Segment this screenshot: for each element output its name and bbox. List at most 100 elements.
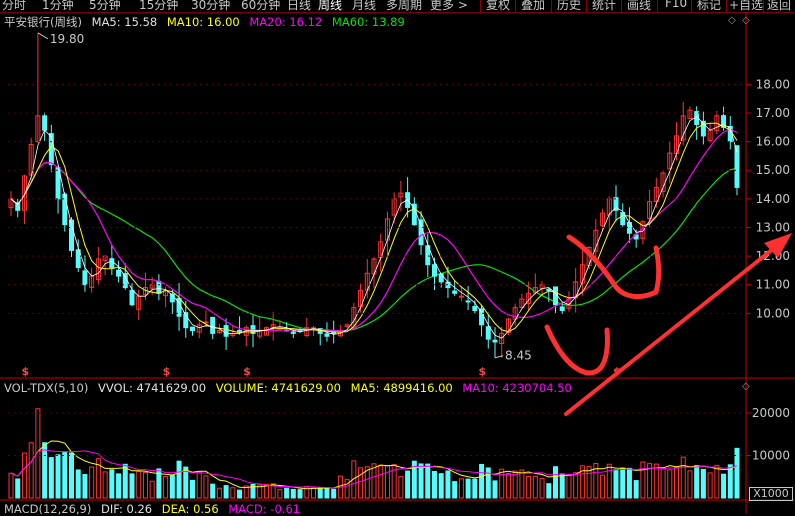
volume-bar	[492, 480, 498, 499]
price-tick-label: 16.00	[756, 135, 790, 149]
diamond-icon[interactable]: ◇	[742, 381, 750, 392]
dividend-marker: $	[243, 365, 251, 378]
volume-bar	[425, 463, 431, 499]
volume-bar	[640, 461, 646, 499]
dividend-marker: $	[479, 365, 487, 378]
volume-bar	[532, 475, 538, 499]
volume-bar	[297, 489, 303, 499]
diamond-icon[interactable]: ◇	[742, 15, 750, 26]
candle-body	[324, 333, 330, 337]
candle-body	[122, 273, 128, 289]
volume-bar	[176, 460, 182, 499]
volume-bar	[8, 472, 14, 499]
volume-bar	[75, 469, 81, 499]
price-panel-header: 平安银行(周线) MA5: 15.58 MA10: 16.00 MA20: 16…	[4, 15, 411, 29]
high-price-label: 19.80	[50, 32, 84, 46]
candle-body	[438, 273, 444, 283]
ma20-value: MA20: 16.12	[249, 15, 323, 29]
volume-bar	[505, 473, 511, 499]
candle-body	[290, 331, 296, 334]
candle-body	[116, 269, 122, 277]
ma5-value: MA5: 15.58	[91, 15, 158, 29]
volume-bar	[311, 487, 316, 499]
volume-bar	[553, 466, 558, 499]
volume-bar	[445, 470, 451, 499]
price-tick-label: 13.00	[756, 220, 790, 234]
volume-bar	[694, 465, 700, 499]
dif-value: DIF: 0.26	[101, 502, 153, 516]
volume-bar	[196, 471, 202, 499]
volume-bar	[331, 488, 337, 499]
dividend-marker: $	[21, 365, 29, 378]
volume-bar	[55, 454, 61, 499]
volume-bar	[223, 485, 229, 499]
candlesticks	[8, 32, 740, 358]
volume-bar	[714, 464, 720, 499]
volume-bar	[653, 463, 659, 499]
volume-bar	[586, 466, 592, 499]
volume-bar	[539, 478, 545, 499]
candle-body	[452, 290, 458, 294]
ma60-curve	[10, 161, 738, 332]
volume-ma10-value: MA10: 4230704.50	[462, 381, 572, 395]
volume-bar	[432, 470, 437, 499]
volume-bar	[190, 479, 195, 499]
ma60-value: MA60: 13.89	[331, 15, 405, 29]
price-tick-label: 17.00	[756, 106, 790, 120]
volume-bar	[418, 463, 424, 499]
volume-bar	[573, 472, 579, 499]
volume-bar	[546, 483, 552, 499]
volume-bar	[405, 470, 411, 499]
volume-bar	[472, 478, 478, 499]
candle-body	[432, 264, 437, 277]
volume-bar	[687, 470, 693, 499]
event-markers: $$$$$	[21, 365, 620, 378]
candle-body	[42, 115, 48, 131]
volume-bar	[680, 456, 686, 499]
volume-bar	[203, 475, 209, 499]
volume-bar	[721, 473, 727, 499]
volume-axis-ticks: 20000 10000	[8, 406, 790, 463]
candle-body	[492, 339, 498, 343]
volume-bar	[163, 476, 169, 499]
volume-bar	[465, 478, 471, 499]
volume-bar	[284, 487, 290, 499]
volume-unit-label: X1000	[749, 487, 793, 501]
volume-bar	[324, 487, 330, 499]
diamond-icon[interactable]: ◇	[728, 15, 736, 26]
volume-bar	[142, 472, 148, 499]
volume-bar	[69, 452, 74, 499]
volume-bar	[129, 473, 135, 499]
volume-bar	[620, 467, 626, 499]
volume-bar	[15, 478, 21, 499]
candle-body	[210, 316, 216, 334]
candle-body	[472, 306, 478, 311]
volume-tick-label: 10000	[752, 449, 790, 463]
dividend-marker: $	[163, 365, 171, 378]
vvol-value: VVOL: 4741629.00	[98, 381, 207, 395]
ma60-line	[10, 161, 738, 332]
low-price-label: 8.45	[505, 349, 532, 363]
volume-bar	[600, 474, 606, 499]
candle-body	[465, 300, 471, 303]
volume-bar	[28, 442, 34, 499]
candle-body	[203, 321, 209, 324]
stock-chart[interactable]: 18.0017.0016.0015.0014.0013.0012.0011.00…	[0, 0, 795, 513]
price-tick-label: 18.00	[756, 77, 790, 91]
volume-bar	[21, 452, 27, 499]
volume-bar	[62, 451, 68, 499]
candle-body	[237, 329, 243, 332]
volume-bar	[277, 489, 283, 499]
volume-bar	[458, 478, 464, 499]
volume-bar	[674, 467, 679, 499]
candle-body	[479, 308, 485, 326]
volume-bar	[89, 466, 95, 499]
candle-body	[223, 325, 229, 337]
volume-bar	[667, 469, 673, 499]
candle-body	[190, 326, 195, 332]
annotation-u-curve	[544, 324, 610, 376]
candle-body	[156, 280, 162, 294]
candle-body	[559, 306, 565, 311]
volume-bar	[485, 467, 491, 499]
volume-bar	[452, 481, 458, 499]
